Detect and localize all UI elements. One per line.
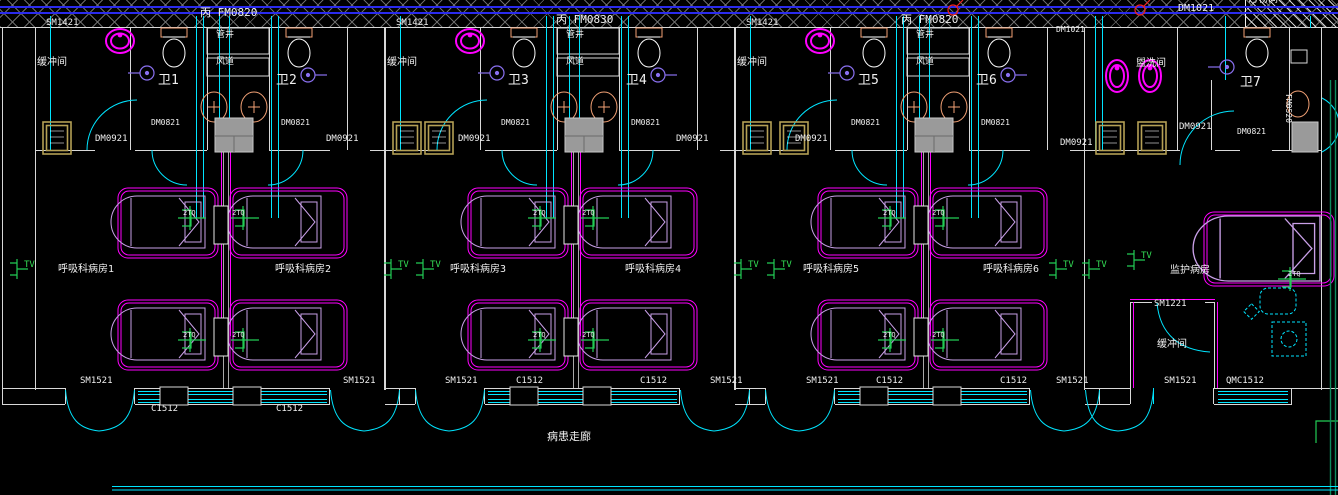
room-label-buffer: 缓冲间 — [737, 58, 767, 68]
room-label-dirty-utility: 污物间 — [1248, 0, 1278, 5]
tv-outlet-brackets — [10, 250, 1145, 279]
room-label-ward6: 呼吸科病房6 — [983, 265, 1039, 275]
tv-outlet-label: TV — [430, 261, 441, 270]
room-label-ward4: 呼吸科病房4 — [625, 265, 681, 275]
window-label-c1512-r: C1512 — [640, 377, 667, 386]
door-label-dm0821-r: DM0821 — [981, 119, 1010, 127]
fm-door-label-3: 丙 FM0820 — [901, 14, 958, 25]
gas-outlet-label: 2TQ — [883, 210, 896, 217]
door-label-dm0921-r: DM0921 — [326, 135, 359, 144]
door-label-dm0921-r: DM0921 — [676, 135, 709, 144]
window-label-qmc1512: QMC1512 — [1226, 377, 1264, 386]
room-label-buffer: 缓冲间 — [387, 58, 417, 68]
gas-outlet-label: 2TQ — [533, 332, 546, 339]
door-label-dm0921-l: DM0921 — [795, 135, 828, 144]
room-label-wc2: 卫2 — [276, 74, 297, 87]
room-label-air-duct: 风道 — [566, 58, 584, 67]
tv-outlet-label: TV — [1141, 252, 1152, 261]
room-label-wc7: 卫7 — [1240, 76, 1261, 89]
door-label-dm0921-r: DM0921 — [1060, 139, 1093, 148]
door-label-dm0821-l: DM0821 — [151, 119, 180, 127]
corridor-far-wall — [112, 487, 1338, 491]
tv-outlet-label: TV — [748, 261, 759, 270]
door-label-fm0520: FM0520 — [1284, 94, 1292, 123]
door-label-sm1521-l: SM1521 — [445, 377, 478, 386]
door-label-sm1521-r: SM1521 — [343, 377, 376, 386]
floor-plan-linework — [0, 0, 1338, 495]
tv-outlet-label: TV — [24, 261, 35, 270]
room-label-air-duct: 风道 — [916, 58, 934, 67]
room-label-ward2: 呼吸科病房2 — [275, 265, 331, 275]
cad-canvas[interactable]: 丙 FM0820 丙 FM0830 丙 FM0820 DM1021 DM1021 SM14… — [0, 0, 1338, 495]
tv-outlet-label: TV — [398, 261, 409, 270]
gas-outlet-label: 2TQ — [883, 332, 896, 339]
room-label-pipe-shaft: 管井 — [916, 31, 934, 40]
door-label-dm0821-r: DM0821 — [281, 119, 310, 127]
door-label-dm0821-l: DM0821 — [501, 119, 530, 127]
door-label-sm1521: SM1521 — [1164, 377, 1197, 386]
room-label-pipe-shaft: 管井 — [566, 31, 584, 40]
room-label-wc6: 卫6 — [976, 74, 997, 87]
window-label-c1512-r: C1512 — [276, 405, 303, 414]
gas-outlet-label: 2TQ — [533, 210, 546, 217]
door-label-dm0921-l: DM0921 — [95, 135, 128, 144]
room-label-buffer: 缓冲间 — [37, 58, 67, 68]
door-label-sm1521-r: SM1521 — [710, 377, 743, 386]
room-label-washroom: 盥洗间 — [1136, 59, 1166, 69]
window-label-c1512-r: C1512 — [1000, 377, 1027, 386]
room-label-ward5: 呼吸科病房5 — [803, 265, 859, 275]
module-1-geometry — [35, 16, 400, 431]
gas-outlet-label: 2TQ — [232, 332, 245, 339]
room-label-wc1: 卫1 — [158, 74, 179, 87]
gas-outlet-label: 2TQ — [932, 332, 945, 339]
gas-outlet-label: 2TQ — [183, 332, 196, 339]
window-label-c1512-l: C1512 — [516, 377, 543, 386]
module-2-geometry — [385, 16, 750, 431]
tv-outlet-label: TV — [781, 261, 792, 270]
gas-outlet-label: 2TQ — [1288, 271, 1301, 278]
door-label-dm0821-r: DM0821 — [631, 119, 660, 127]
gas-outlet-label: 2TQ — [232, 210, 245, 217]
window-label-c1512-l: C1512 — [151, 405, 178, 414]
door-label-dm0821: DM0821 — [1237, 128, 1266, 136]
room-label-wc3: 卫3 — [508, 74, 529, 87]
right-section-geometry — [1085, 16, 1338, 495]
door-label-sm1521-l: SM1521 — [80, 377, 113, 386]
corridor-label: 病患走廊 — [547, 431, 591, 442]
fm-door-label-2: 丙 FM0830 — [556, 14, 613, 25]
gas-outlet-label: 2TQ — [932, 210, 945, 217]
door-label-dm0921-l: DM0921 — [458, 135, 491, 144]
door-label-sm1421: SM1421 — [396, 19, 429, 28]
room-label-buffer2: 缓冲间 — [1157, 340, 1187, 350]
room-label-wc4: 卫4 — [626, 74, 647, 87]
fm-door-label-1: 丙 FM0820 — [200, 7, 257, 18]
door-label-sm1221: SM1221 — [1154, 300, 1187, 309]
window-label-c1512-l: C1512 — [876, 377, 903, 386]
door-label-sm1421: SM1421 — [46, 19, 79, 28]
gas-outlet-label: 2TQ — [582, 332, 595, 339]
room-label-air-duct: 风道 — [216, 58, 234, 67]
dm1021-label-a: DM1021 — [1056, 26, 1085, 34]
room-label-ward1: 呼吸科病房1 — [58, 265, 114, 275]
door-label-dm0821-l: DM0821 — [851, 119, 880, 127]
dm1021-label-b: DM1021 — [1178, 4, 1214, 14]
room-label-pipe-shaft: 管井 — [216, 31, 234, 40]
door-label-sm1521-l: SM1521 — [806, 377, 839, 386]
tv-outlet-label: TV — [1096, 261, 1107, 270]
door-label-sm1421: SM1421 — [746, 19, 779, 28]
left-exterior-wall — [2, 28, 35, 405]
door-label-dm0921: DM0921 — [1179, 123, 1212, 132]
tv-outlet-label: TV — [1063, 261, 1074, 270]
equipment-dashed-icons — [1244, 288, 1306, 356]
room-label-icu-ward: 监护病房 — [1170, 266, 1210, 276]
room-label-wc5: 卫5 — [858, 74, 879, 87]
module-3-geometry — [735, 16, 1100, 431]
gas-outlet-label: 2TQ — [183, 210, 196, 217]
room-label-ward3: 呼吸科病房3 — [450, 265, 506, 275]
door-label-sm1521-r: SM1521 — [1056, 377, 1089, 386]
gas-outlet-label: 2TQ — [582, 210, 595, 217]
